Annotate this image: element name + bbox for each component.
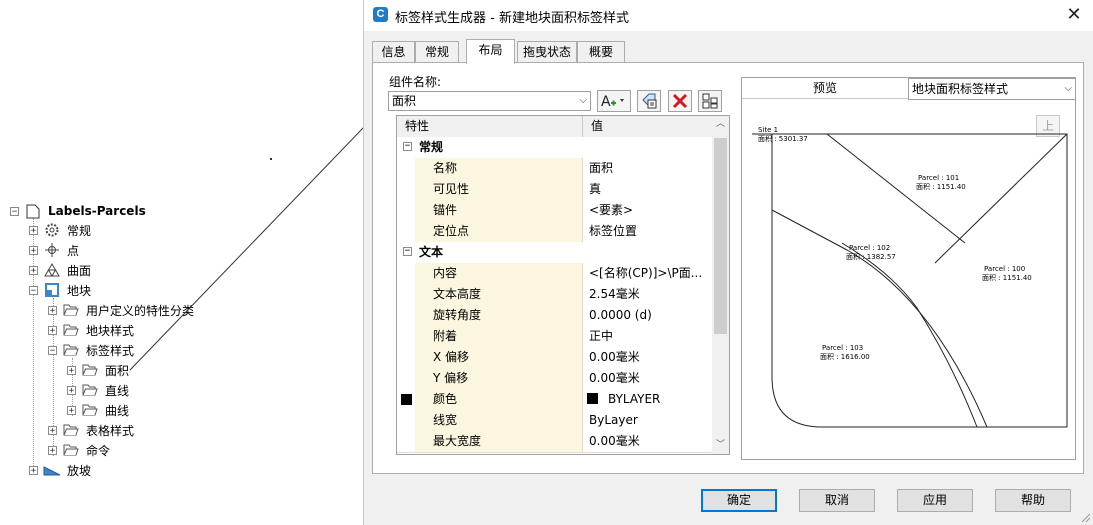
- collapse-icon[interactable]: −: [403, 247, 412, 256]
- property-name: 名称: [415, 158, 583, 179]
- parcel-name: Parcel : 101: [918, 174, 959, 182]
- component-name-dropdown[interactable]: 面积 ⌵: [388, 91, 591, 111]
- property-name: 最大宽度: [415, 431, 583, 452]
- tab-layout[interactable]: 布局: [466, 39, 515, 64]
- component-name-label: 组件名称:: [389, 75, 442, 89]
- parcel-area: 面积 : 1151.40: [916, 182, 966, 191]
- scroll-up-icon[interactable]: ︿: [712, 116, 729, 133]
- property-name: 可见性: [415, 179, 583, 200]
- delete-icon: [672, 93, 688, 109]
- parcel-name: Parcel : 103: [822, 344, 863, 352]
- table-row-color[interactable]: 颜色 BYLAYER: [397, 389, 712, 411]
- property-value[interactable]: ByLayer: [583, 410, 712, 431]
- table-row[interactable]: 可见性 真: [397, 179, 712, 201]
- parcel-name: Parcel : 100: [984, 265, 1025, 273]
- parcel-name: Parcel : 102: [849, 244, 890, 252]
- property-name: 线宽: [415, 410, 583, 431]
- property-name: Y 偏移: [415, 368, 583, 389]
- resize-grip-icon[interactable]: [1081, 513, 1091, 523]
- site-label: Site 1: [758, 126, 778, 134]
- property-value[interactable]: 2.54毫米: [583, 284, 712, 305]
- color-swatch-icon: [587, 393, 598, 404]
- category-label: 文本: [415, 242, 583, 263]
- table-row[interactable]: Y 偏移 0.00毫米: [397, 368, 712, 390]
- text-add-icon: A: [601, 94, 624, 110]
- grid-header: 特性 值: [397, 116, 712, 138]
- grid-vertical-scrollbar[interactable]: ︿ ﹀: [712, 116, 729, 454]
- preview-panel: 预览 地块面积标签样式 ⌵ 上 Site 1 面积 : 5301.37 Parc…: [741, 77, 1076, 460]
- table-row[interactable]: 最大宽度 0.00毫米: [397, 431, 712, 453]
- copy-component-icon: [642, 93, 657, 109]
- property-value[interactable]: 0.00毫米: [583, 347, 712, 368]
- property-value[interactable]: 标签位置: [583, 221, 712, 242]
- help-button[interactable]: 帮助: [995, 489, 1071, 512]
- table-row[interactable]: 内容 <[名称(CP)]>\P面...: [397, 263, 712, 285]
- tab-dragged-state[interactable]: 拖曳状态: [517, 41, 577, 62]
- property-value[interactable]: 0.00毫米: [583, 368, 712, 389]
- table-row[interactable]: 文本高度 2.54毫米: [397, 284, 712, 306]
- property-value[interactable]: <[名称(CP)]>\P面...: [583, 263, 712, 284]
- property-value: BYLAYER: [608, 392, 661, 406]
- preview-drawing: Site 1 面积 : 5301.37 Parcel : 101 面积 : 11…: [752, 126, 1068, 428]
- property-value[interactable]: 正中: [583, 326, 712, 347]
- table-row[interactable]: 附着 正中: [397, 326, 712, 348]
- property-name: 附着: [415, 326, 583, 347]
- label-style-composer-dialog: C 标签样式生成器 - 新建地块面积标签样式 ✕ 信息 常规 布局 拖曳状态 概…: [363, 0, 1093, 525]
- apply-button[interactable]: 应用: [897, 489, 973, 512]
- ok-button[interactable]: 确定: [701, 489, 777, 512]
- table-row[interactable]: X 偏移 0.00毫米: [397, 347, 712, 369]
- property-name: 定位点: [415, 221, 583, 242]
- tab-summary[interactable]: 概要: [577, 41, 625, 62]
- create-text-component-button[interactable]: A: [597, 90, 631, 112]
- layout-tab-panel: 组件名称: 面积 ⌵ A 特性 值 − 常规 名称 面积 可见性 真 锚件 <要…: [372, 62, 1084, 474]
- chevron-down-icon: ⌵: [579, 95, 587, 106]
- dialog-title: 标签样式生成器 - 新建地块面积标签样式: [395, 11, 629, 26]
- table-row[interactable]: 旋转角度 0.0000 (d): [397, 305, 712, 327]
- title-bar[interactable]: C 标签样式生成器 - 新建地块面积标签样式 ✕: [364, 0, 1093, 31]
- category-label: 常规: [415, 137, 583, 158]
- cancel-button[interactable]: 取消: [799, 489, 875, 512]
- grid-category-text[interactable]: − 文本: [397, 242, 712, 264]
- parcel-area: 面积 : 1382.57: [846, 252, 896, 261]
- close-icon[interactable]: ✕: [1063, 4, 1085, 26]
- parcel-area: 面积 : 1151.40: [982, 273, 1032, 282]
- app-icon: C: [373, 7, 388, 22]
- property-name: 锚件: [415, 200, 583, 221]
- color-swatch-icon: [401, 394, 412, 405]
- scroll-down-icon[interactable]: ﹀: [712, 437, 729, 454]
- property-value[interactable]: 0.00毫米: [583, 431, 712, 452]
- column-header-property[interactable]: 特性: [397, 116, 583, 137]
- table-row[interactable]: 名称 面积: [397, 158, 712, 180]
- svg-text:A: A: [601, 94, 611, 110]
- grid-category-general[interactable]: − 常规: [397, 137, 712, 159]
- property-value[interactable]: 面积: [583, 158, 712, 179]
- property-grid: 特性 值 − 常规 名称 面积 可见性 真 锚件 <要素> 定位点 标签位置 −…: [396, 115, 730, 455]
- table-row[interactable]: 锚件 <要素>: [397, 200, 712, 222]
- table-row[interactable]: 线宽 ByLayer: [397, 410, 712, 432]
- property-name: 文本高度: [415, 284, 583, 305]
- property-name: 旋转角度: [415, 305, 583, 326]
- property-value[interactable]: <要素>: [583, 200, 712, 221]
- column-header-value[interactable]: 值: [583, 116, 720, 137]
- collapse-icon[interactable]: −: [403, 142, 412, 151]
- site-area: 面积 : 5301.37: [758, 134, 808, 143]
- delete-component-button[interactable]: [668, 90, 692, 112]
- draw-order-icon: [702, 93, 718, 109]
- component-draw-order-button[interactable]: [698, 90, 722, 112]
- property-name: 颜色: [415, 389, 583, 410]
- property-value[interactable]: 0.0000 (d): [583, 305, 712, 326]
- table-row[interactable]: 定位点 标签位置: [397, 221, 712, 243]
- property-value-color[interactable]: BYLAYER: [583, 389, 712, 410]
- scrollbar-thumb[interactable]: [714, 138, 727, 334]
- tab-info[interactable]: 信息: [372, 41, 415, 62]
- tab-general[interactable]: 常规: [415, 41, 459, 62]
- property-name: 内容: [415, 263, 583, 284]
- parcel-area: 面积 : 1616.00: [820, 352, 870, 361]
- component-name-value: 面积: [392, 94, 417, 108]
- property-name: X 偏移: [415, 347, 583, 368]
- copy-component-button[interactable]: [637, 90, 661, 112]
- property-value[interactable]: 真: [583, 179, 712, 200]
